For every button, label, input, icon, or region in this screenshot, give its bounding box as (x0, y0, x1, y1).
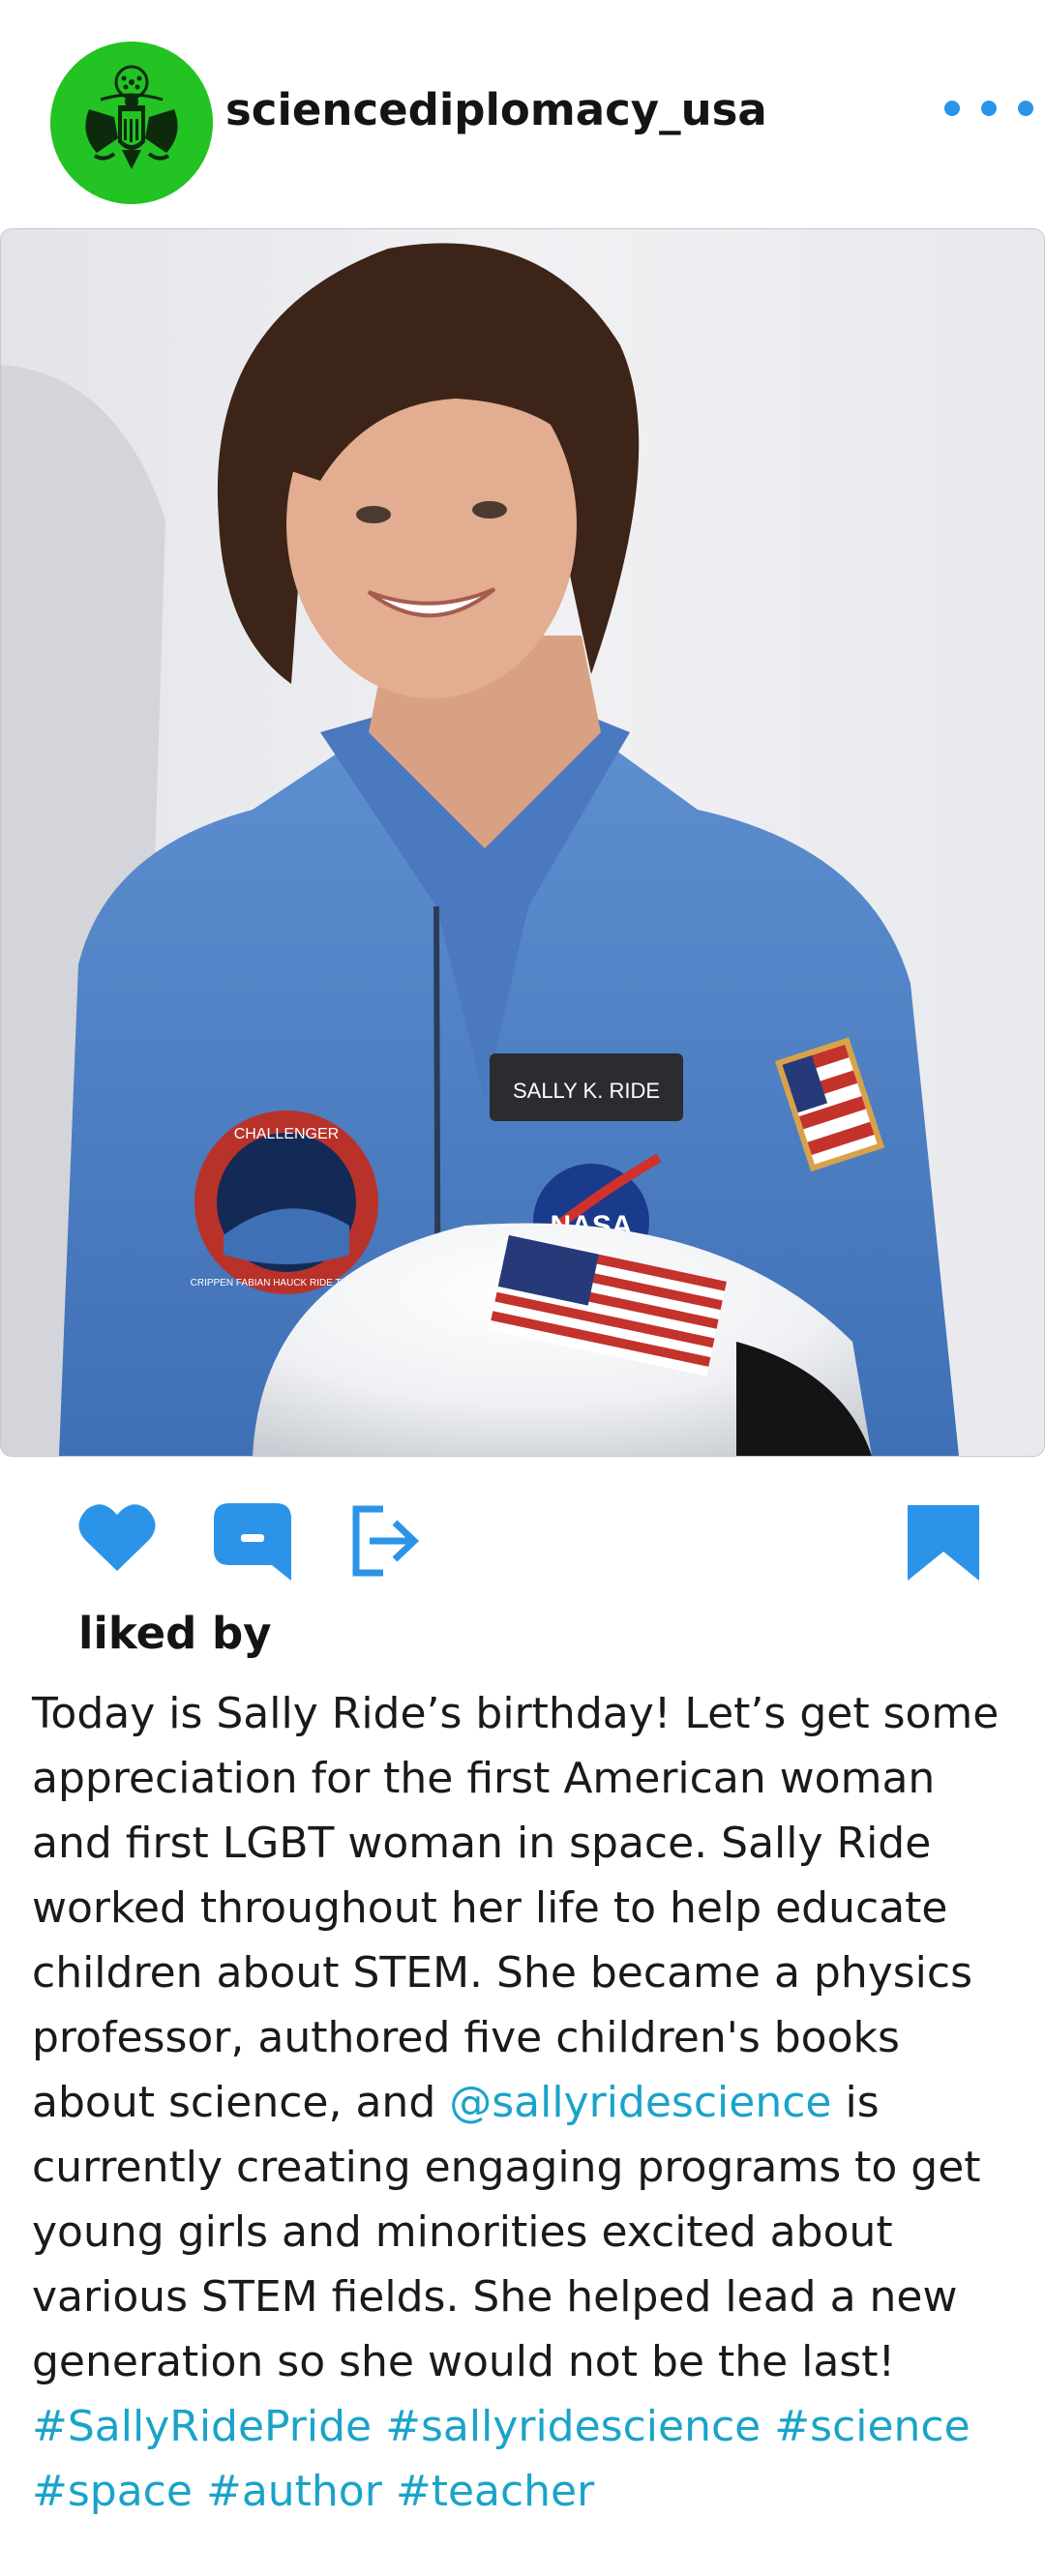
post-image[interactable]: SALLY K. RIDE CHALLENGER CRIPPEN FABIAN … (0, 228, 1045, 1457)
hashtag-link[interactable]: #sallyridescience (385, 2402, 761, 2451)
caption-text: Today is Sally Ride’s birthday! Let’s ge… (32, 1689, 1000, 2127)
post-header: sciencediplomacy_usa (0, 0, 1045, 228)
more-horizontal-icon (944, 101, 960, 116)
astronaut-portrait: SALLY K. RIDE CHALLENGER CRIPPEN FABIAN … (1, 229, 1044, 1456)
post-caption: Today is Sally Ride’s birthday! Let’s ge… (32, 1681, 1029, 2524)
hashtag-link[interactable]: #space (32, 2467, 193, 2516)
hashtag-link[interactable]: #SallyRidePride (32, 2402, 372, 2451)
action-bar (0, 1490, 1045, 1596)
mention-link[interactable]: @sallyridescience (449, 2078, 831, 2127)
hashtag-link[interactable]: #teacher (396, 2467, 594, 2516)
more-options-button[interactable] (944, 87, 1033, 130)
hashtag-link[interactable]: #science (774, 2402, 970, 2451)
more-dot (1018, 101, 1033, 116)
heart-icon[interactable] (77, 1501, 157, 1573)
patch-top-text: CHALLENGER (234, 1126, 339, 1142)
username[interactable]: sciencediplomacy_usa (225, 79, 767, 141)
bookmark-icon[interactable] (906, 1503, 981, 1583)
comment-icon[interactable] (212, 1501, 293, 1583)
great-seal-icon (50, 42, 213, 204)
share-icon[interactable] (348, 1503, 420, 1579)
more-dot (981, 101, 997, 116)
name-tag: SALLY K. RIDE (513, 1079, 660, 1103)
hashtag-link[interactable]: #author (206, 2467, 382, 2516)
liked-by-label[interactable]: liked by (78, 1600, 272, 1668)
avatar[interactable] (50, 42, 213, 204)
